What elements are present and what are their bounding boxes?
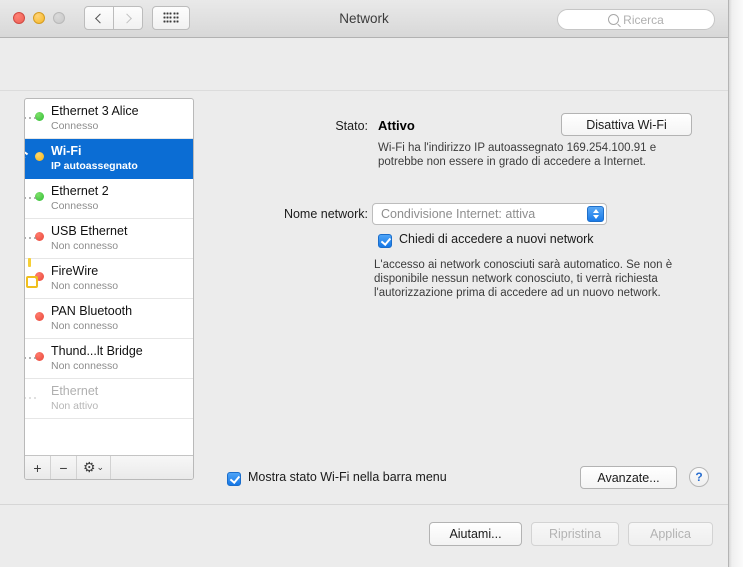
gear-icon: ⚙	[82, 459, 96, 475]
status-indicator-dot	[35, 192, 44, 201]
wifi-settings-content: Stato: Attivo Disattiva Wi-Fi Wi-Fi ha l…	[196, 98, 709, 489]
service-status: Connesso	[51, 200, 99, 212]
status-value: Attivo	[378, 118, 415, 133]
restore-label: Ripristina	[548, 527, 602, 541]
toggle-wifi-button[interactable]: Disattiva Wi-Fi	[561, 113, 692, 136]
list-item[interactable]: USB Ethernet Non connesso	[25, 219, 193, 259]
plus-icon: +	[33, 459, 42, 476]
list-item[interactable]: PAN Bluetooth Non connesso ᛏ	[25, 299, 193, 339]
help-me-button[interactable]: Aiutami...	[429, 522, 522, 546]
show-wifi-status-label: Mostra stato Wi-Fi nella barra menu	[248, 470, 447, 484]
status-indicator-dot	[35, 312, 44, 321]
list-item[interactable]: Ethernet 2 Connesso	[25, 179, 193, 219]
service-name: PAN Bluetooth	[51, 304, 133, 318]
remove-service-button[interactable]: −	[51, 456, 77, 479]
restore-button: Ripristina	[531, 522, 619, 546]
sidebar-toolbar-spacer	[111, 456, 193, 479]
network-services-list[interactable]: Ethernet 3 Alice Connesso Wi-Fi IP autoa…	[25, 99, 193, 455]
status-indicator-dot	[35, 352, 44, 361]
network-services-sidebar: Ethernet 3 Alice Connesso Wi-Fi IP autoa…	[24, 98, 194, 480]
apply-label: Applica	[650, 527, 691, 541]
network-preferences-window: Network Ricerca Posizione: Automatica Et…	[0, 0, 728, 567]
service-status: Connesso	[51, 120, 99, 132]
chevron-updown-icon	[587, 206, 604, 222]
advanced-button[interactable]: Avanzate...	[580, 466, 677, 489]
help-me-label: Aiutami...	[449, 527, 502, 541]
status-description: Wi-Fi ha l'indirizzo IP autoassegnato 16…	[378, 142, 657, 168]
search-placeholder: Ricerca	[623, 12, 664, 27]
add-service-button[interactable]: +	[25, 456, 51, 479]
service-status: Non connesso	[51, 360, 119, 372]
service-actions-button[interactable]: ⚙ ⌄	[77, 456, 111, 479]
list-item[interactable]: Wi-Fi IP autoassegnato	[25, 139, 193, 179]
question-mark-icon: ?	[695, 470, 703, 484]
location-row: Posizione: Automatica	[0, 38, 728, 120]
checkmark-icon	[227, 472, 241, 486]
status-indicator-dot	[35, 232, 44, 241]
list-item[interactable]: Thund...lt Bridge Non connesso	[25, 339, 193, 379]
apply-button: Applica	[628, 522, 713, 546]
service-status: Non attivo	[51, 400, 99, 412]
service-name: FireWire	[51, 264, 99, 278]
list-item[interactable]: Ethernet 3 Alice Connesso	[25, 99, 193, 139]
search-icon	[608, 14, 620, 25]
window-titlebar: Network Ricerca	[0, 0, 728, 38]
service-name: Ethernet 3 Alice	[51, 104, 139, 118]
window-bottom-bar: Aiutami... Ripristina Applica	[0, 504, 728, 567]
service-name: Ethernet	[51, 384, 99, 398]
service-status: IP autoassegnato	[51, 160, 138, 172]
status-indicator-dot	[35, 152, 44, 161]
service-name: Thund...lt Bridge	[51, 344, 143, 358]
service-name: Wi-Fi	[51, 144, 82, 158]
minus-icon: −	[59, 459, 68, 476]
status-indicator-dot	[35, 112, 44, 121]
chevron-down-icon: ⌄	[96, 462, 105, 472]
service-name: USB Ethernet	[51, 224, 128, 238]
help-button[interactable]: ?	[689, 467, 709, 487]
toggle-wifi-label: Disattiva Wi-Fi	[586, 117, 667, 132]
checkmark-icon	[378, 234, 392, 248]
list-item[interactable]: FireWire Non connesso	[25, 258, 193, 299]
network-name-label: Nome network:	[283, 207, 368, 221]
search-inner: Ricerca	[558, 10, 714, 29]
search-input[interactable]: Ricerca	[557, 9, 715, 30]
service-name: Ethernet 2	[51, 184, 109, 198]
status-label: Stato:	[335, 119, 368, 133]
preferences-panel: Ethernet 3 Alice Connesso Wi-Fi IP autoa…	[0, 90, 728, 504]
service-status: Non connesso	[51, 320, 119, 332]
network-name-select[interactable]: Condivisione Internet: attiva	[372, 203, 607, 225]
network-name-value: Condivisione Internet: attiva	[381, 207, 536, 221]
advanced-label: Avanzate...	[597, 470, 660, 485]
sidebar-toolbar: + − ⚙ ⌄	[25, 455, 193, 479]
ask-join-networks-label: Chiedi di accedere a nuovi network	[399, 232, 594, 246]
list-item[interactable]: Ethernet Non attivo	[25, 379, 193, 419]
service-status: Non connesso	[51, 280, 119, 292]
status-indicator-dot	[35, 392, 44, 401]
background-window-edge	[728, 0, 743, 567]
ask-join-networks-description: L'accesso ai network conosciuti sarà aut…	[374, 259, 673, 299]
service-status: Non connesso	[51, 240, 119, 252]
